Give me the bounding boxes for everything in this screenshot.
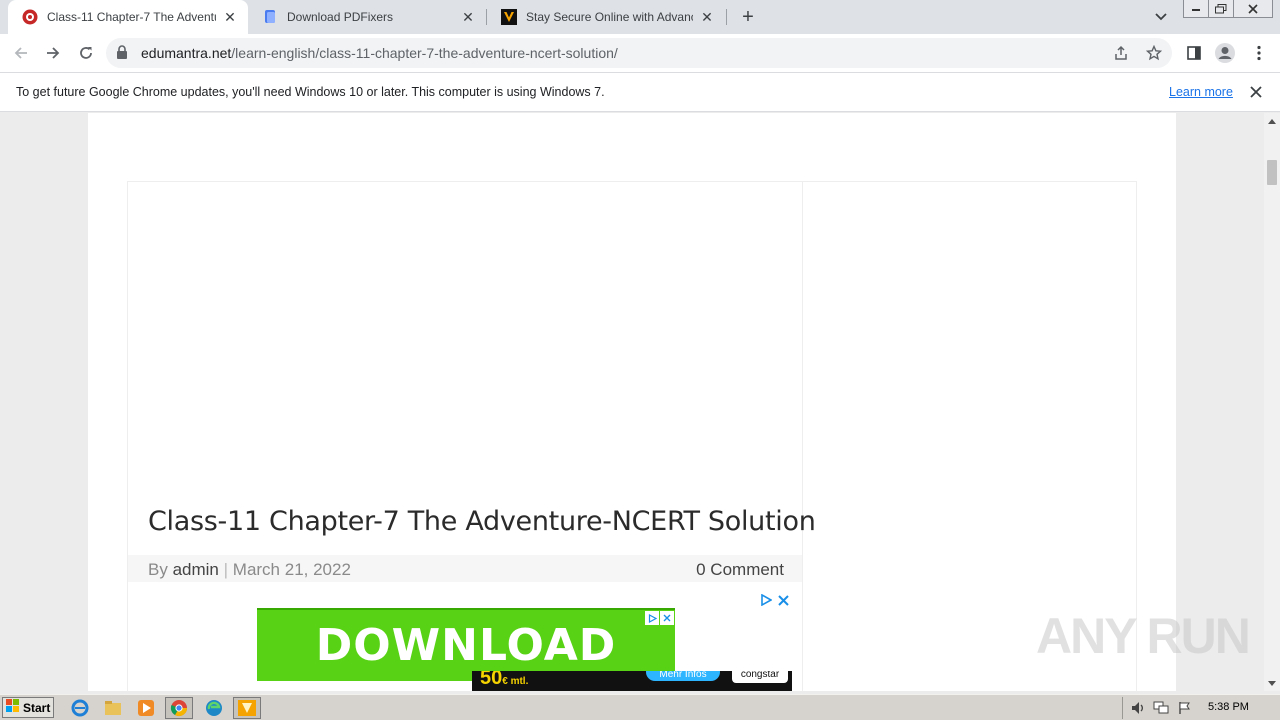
url-domain: edumantra.net bbox=[141, 45, 232, 61]
infobar-close-icon[interactable] bbox=[1247, 83, 1265, 101]
tab-pdfixers[interactable]: Download PDFixers ✕ bbox=[248, 0, 486, 34]
media-player-icon[interactable] bbox=[132, 697, 160, 719]
reload-button[interactable] bbox=[73, 40, 99, 66]
ad-brand-logo: congstar bbox=[732, 671, 788, 683]
lock-icon[interactable] bbox=[116, 45, 128, 65]
byline-by: By bbox=[148, 560, 168, 579]
url-text: edumantra.net/learn-english/class-11-cha… bbox=[141, 45, 618, 61]
start-button[interactable]: Start bbox=[2, 697, 54, 718]
new-tab-button[interactable]: + bbox=[736, 5, 760, 29]
ad-close-small-icon[interactable] bbox=[660, 611, 674, 625]
scroll-thumb[interactable] bbox=[1267, 160, 1277, 185]
ad-marks bbox=[645, 611, 674, 625]
scroll-up-arrow-icon[interactable] bbox=[1264, 113, 1280, 129]
ad-price-suffix: € mtl. bbox=[502, 676, 529, 687]
address-bar[interactable]: edumantra.net/learn-english/class-11-cha… bbox=[106, 38, 1172, 68]
sidebar-divider bbox=[802, 181, 803, 691]
share-icon[interactable] bbox=[1112, 44, 1130, 62]
infobar-message: To get future Google Chrome updates, you… bbox=[16, 85, 605, 99]
edge-icon[interactable] bbox=[200, 697, 228, 719]
edumantra-favicon-icon bbox=[22, 9, 38, 25]
ad-download-text: DOWNLOAD bbox=[315, 620, 617, 671]
update-infobar: To get future Google Chrome updates, you… bbox=[0, 72, 1280, 112]
page-viewport: Class-11 Chapter-7 The Adventure-NCERT S… bbox=[0, 113, 1264, 691]
chrome-taskbar-icon[interactable] bbox=[165, 697, 193, 719]
windows-logo-icon bbox=[6, 699, 20, 716]
page-content: Class-11 Chapter-7 The Adventure-NCERT S… bbox=[88, 113, 1176, 691]
tab-search-chevron-down-icon[interactable] bbox=[1151, 8, 1171, 26]
tab-stay-secure[interactable]: Stay Secure Online with Advanced Anti ✕ bbox=[487, 0, 725, 34]
congstar-ad-banner[interactable]: 50€ mtl. Mehr Infos congstar bbox=[472, 671, 792, 691]
minimize-button[interactable] bbox=[1183, 0, 1209, 18]
tab-close-icon[interactable]: ✕ bbox=[222, 9, 238, 25]
forward-button[interactable] bbox=[40, 40, 66, 66]
tab-edumantra[interactable]: Class-11 Chapter-7 The Adventure-NCERT S… bbox=[8, 0, 248, 34]
adchoices-play-icon[interactable] bbox=[760, 593, 773, 611]
author-link[interactable]: admin bbox=[173, 560, 219, 579]
tab-separator bbox=[726, 9, 727, 25]
tab-title: Stay Secure Online with Advanced Anti bbox=[526, 10, 693, 24]
post-date: March 21, 2022 bbox=[232, 560, 351, 579]
internet-explorer-icon[interactable] bbox=[66, 697, 94, 719]
security-favicon-icon bbox=[501, 9, 517, 25]
tab-close-icon[interactable]: ✕ bbox=[460, 9, 476, 25]
browser-toolbar: edumantra.net/learn-english/class-11-cha… bbox=[0, 34, 1280, 72]
side-panel-button[interactable] bbox=[1181, 40, 1207, 66]
tab-title: Download PDFixers bbox=[287, 10, 394, 24]
comment-count-link[interactable]: 0 Comment bbox=[696, 560, 784, 580]
url-path: /learn-english/class-11-chapter-7-the-ad… bbox=[231, 45, 618, 61]
post-byline: By admin | March 21, 2022 bbox=[148, 560, 351, 580]
system-tray bbox=[1122, 697, 1278, 719]
action-center-flag-icon[interactable] bbox=[1177, 700, 1193, 716]
security-app-taskbar-icon[interactable] bbox=[233, 697, 261, 719]
windows-taskbar: Start 5:38 PM bbox=[0, 694, 1280, 720]
ad-more-info-button[interactable]: Mehr Infos bbox=[646, 671, 720, 681]
chrome-menu-icon[interactable] bbox=[1246, 40, 1272, 66]
bookmark-star-icon[interactable] bbox=[1145, 44, 1163, 62]
profile-avatar-icon[interactable] bbox=[1212, 40, 1238, 66]
taskbar-clock: 5:38 PM bbox=[1208, 701, 1249, 713]
ad-choices bbox=[760, 593, 789, 611]
byline-separator: | bbox=[223, 560, 229, 579]
post-meta: By admin | March 21, 2022 0 Comment bbox=[128, 555, 802, 582]
ad-price: 50€ mtl. bbox=[480, 671, 528, 690]
scroll-down-arrow-icon[interactable] bbox=[1264, 675, 1280, 691]
start-label: Start bbox=[23, 700, 51, 715]
volume-icon[interactable] bbox=[1131, 700, 1147, 716]
back-button[interactable] bbox=[8, 40, 34, 66]
ad-price-value: 50 bbox=[480, 671, 503, 689]
network-icon[interactable] bbox=[1153, 700, 1169, 716]
anyrun-watermark: ANY RUN bbox=[1036, 608, 1251, 664]
learn-more-link[interactable]: Learn more bbox=[1169, 85, 1233, 99]
page-scrollbar[interactable] bbox=[1264, 113, 1280, 691]
post-title: Class-11 Chapter-7 The Adventure-NCERT S… bbox=[148, 506, 816, 537]
pdfixers-favicon-icon bbox=[262, 9, 278, 25]
ad-close-icon[interactable] bbox=[778, 593, 789, 611]
ad-info-icon[interactable] bbox=[645, 611, 659, 625]
restore-button[interactable] bbox=[1208, 0, 1234, 18]
file-explorer-icon[interactable] bbox=[99, 697, 127, 719]
close-window-button[interactable] bbox=[1233, 0, 1273, 18]
tab-title: Class-11 Chapter-7 The Adventure-NCERT S… bbox=[47, 10, 216, 24]
tab-strip: Class-11 Chapter-7 The Adventure-NCERT S… bbox=[0, 0, 1280, 34]
tab-close-icon[interactable]: ✕ bbox=[699, 9, 715, 25]
